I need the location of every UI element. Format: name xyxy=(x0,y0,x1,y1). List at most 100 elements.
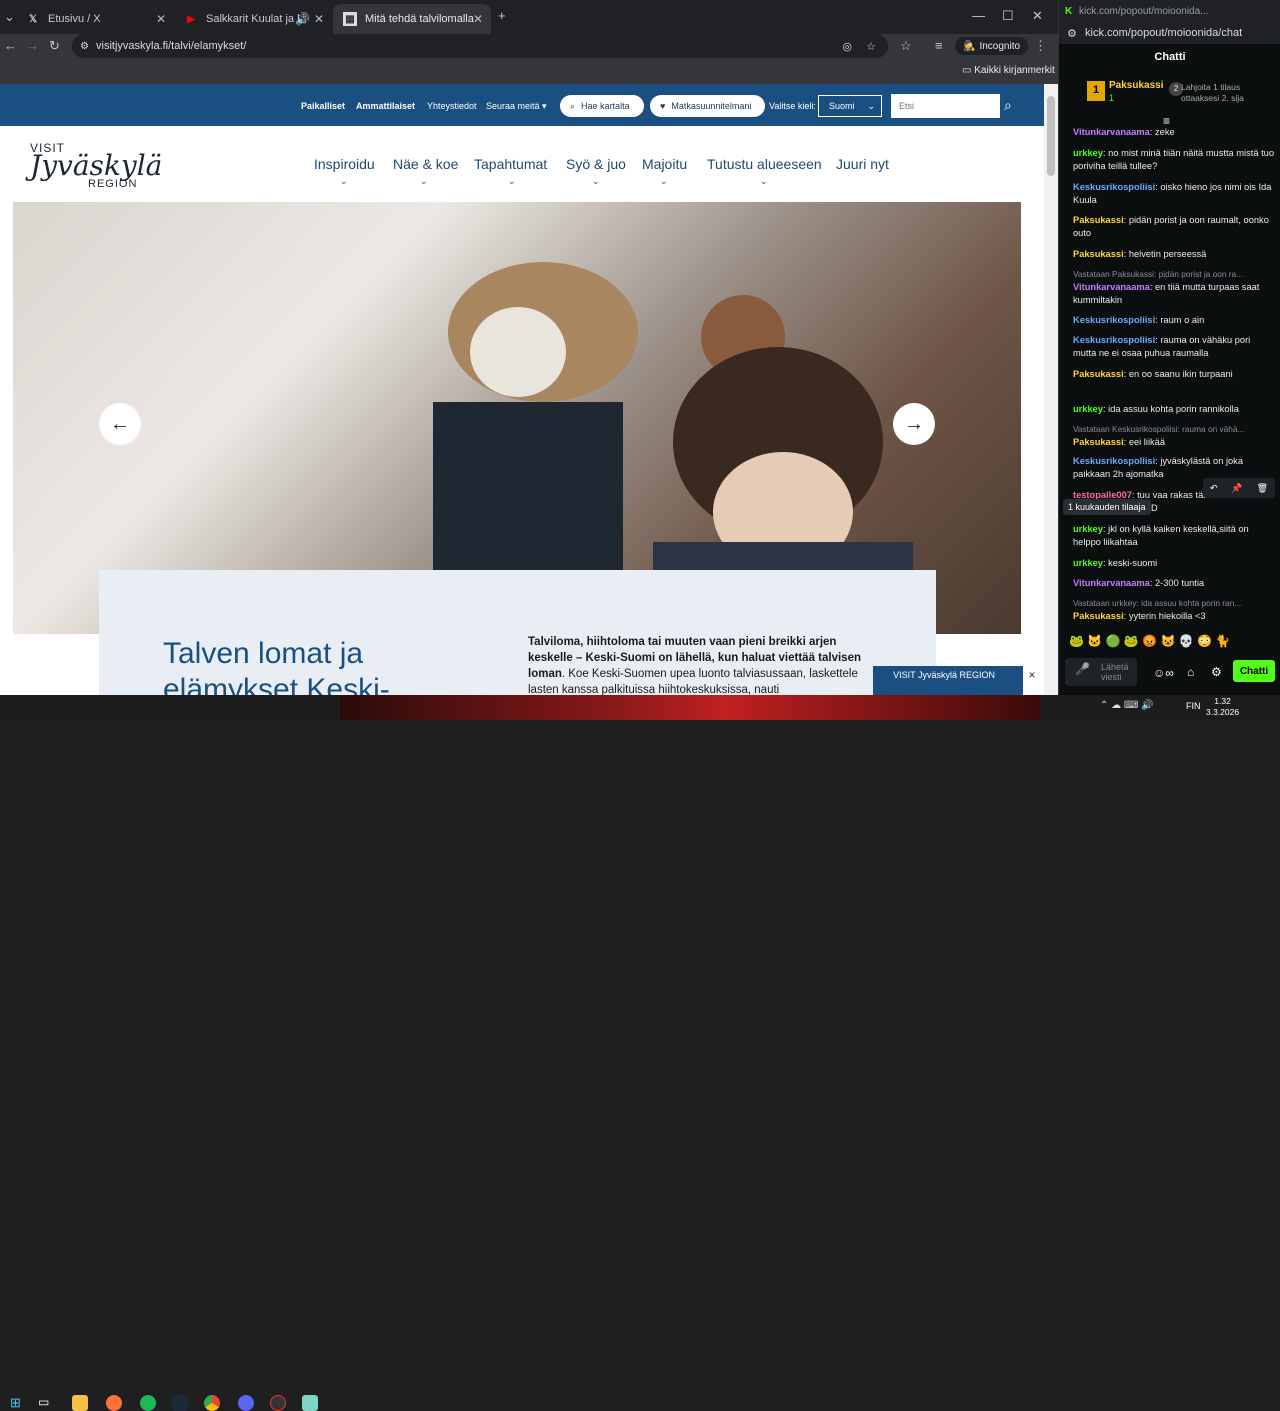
emoji-icon[interactable]: ☺∞ xyxy=(1153,666,1174,680)
windows-start-icon[interactable]: ⊞ xyxy=(10,1395,26,1411)
incognito-badge[interactable]: 🕵 Incognito xyxy=(955,37,1029,55)
chevron-down-icon[interactable]: ⌄ xyxy=(420,176,428,187)
close-icon[interactable]: ✕ xyxy=(314,12,324,26)
emote-kick-icon[interactable]: 🟢 xyxy=(1106,634,1121,648)
chat-username[interactable]: Vitunkarvanaama xyxy=(1073,578,1150,588)
chevron-down-icon[interactable]: ⌄ xyxy=(760,176,768,187)
page-scrollbar[interactable] xyxy=(1044,84,1058,695)
eye-off-icon[interactable]: ◎ xyxy=(842,40,852,53)
maximize-icon[interactable]: ☐ xyxy=(1002,8,1014,24)
nav-tapahtumat[interactable]: Tapahtumat xyxy=(474,156,547,172)
chat-message[interactable]: Keskusrikospoliisi: raum o ain xyxy=(1073,314,1275,327)
carousel-prev-button[interactable]: ← xyxy=(99,403,141,445)
menu-icon[interactable]: ⋮ xyxy=(1034,38,1047,54)
chat-message[interactable]: Vitunkarvanaama: zeke xyxy=(1073,126,1275,139)
map-search-button[interactable]: ⌕ Hae kartalta xyxy=(560,95,644,117)
reload-icon[interactable]: ↻ xyxy=(49,38,60,54)
minimize-icon[interactable]: — xyxy=(972,8,985,23)
chat-message[interactable]: urkkey: jkl on kyllä kaiken keskellä,sii… xyxy=(1073,523,1275,549)
extensions-icon[interactable]: ☆ xyxy=(900,38,912,54)
chat-username[interactable]: Vitunkarvanaama xyxy=(1073,282,1150,292)
file-explorer-icon[interactable] xyxy=(72,1395,88,1411)
nav-tutustu[interactable]: Tutustu alueeseen xyxy=(707,156,822,172)
send-chat-button[interactable]: Chatti xyxy=(1233,660,1275,682)
chat-username[interactable]: Keskusrikospoliisi xyxy=(1073,315,1155,325)
floating-logo-badge[interactable]: VISIT Jyväskylä REGION ✕ xyxy=(873,666,1039,695)
nav-syo-juo[interactable]: Syö & juo xyxy=(566,156,626,172)
chat-message[interactable]: Paksukassi: pidän porist ja oon raumalt,… xyxy=(1073,214,1275,240)
chat-username[interactable]: Paksukassi xyxy=(1073,611,1124,621)
chat-username[interactable]: Keskusrikospoliisi xyxy=(1073,456,1155,466)
chat-message[interactable]: urkkey: no mist minä tiiän näitä mustta … xyxy=(1073,147,1275,173)
chat-username[interactable]: Keskusrikospoliisi xyxy=(1073,335,1155,345)
shop-icon[interactable]: ⌂ xyxy=(1187,665,1194,679)
chat-username[interactable]: Paksukassi xyxy=(1073,437,1124,447)
trip-planner-button[interactable]: ♥ Matkasuunnitelmani xyxy=(650,95,765,117)
close-icon[interactable]: ✕ xyxy=(156,12,166,26)
chevron-down-icon[interactable]: ⌄ xyxy=(508,176,516,187)
chat-message[interactable]: urkkey: keski-suomi xyxy=(1073,557,1275,570)
scrollbar-thumb[interactable] xyxy=(1047,96,1055,176)
chat-username[interactable]: urkkey xyxy=(1073,558,1103,568)
site-info-icon[interactable]: ⚙ xyxy=(80,41,89,52)
chat-message[interactable]: Paksukassi: helvetin perseessä xyxy=(1073,248,1275,261)
chat-url-bar[interactable]: ⚙ kick.com/popout/moioonida/chat xyxy=(1059,22,1280,44)
chat-username[interactable]: Paksukassi xyxy=(1073,369,1124,379)
carousel-next-button[interactable]: → xyxy=(893,403,935,445)
speaker-icon[interactable]: 🔊 xyxy=(295,12,310,26)
chat-message[interactable]: urkkey: ida assuu kohta porin rannikolla xyxy=(1073,403,1275,416)
language-indicator[interactable]: FIN xyxy=(1186,701,1201,711)
firefox-icon[interactable] xyxy=(106,1395,122,1411)
tab-x[interactable]: 𝕏 Etusivu / X ✕ xyxy=(16,4,174,34)
delete-icon[interactable]: 🗑 xyxy=(1257,483,1268,494)
chat-message[interactable]: Vitunkarvanaama: 2-300 tuntia xyxy=(1073,577,1275,590)
language-select[interactable]: Suomi ⌄ xyxy=(818,95,882,117)
chat-username[interactable]: Paksukassi xyxy=(1073,215,1124,225)
emote-cat2-icon[interactable]: 😺 xyxy=(1160,634,1175,648)
new-tab-icon[interactable]: + xyxy=(498,8,506,23)
discord-icon[interactable] xyxy=(238,1395,254,1411)
back-icon[interactable]: ← xyxy=(4,38,17,53)
forward-icon[interactable]: → xyxy=(26,38,39,53)
tab-youtube[interactable]: ▶ Salkkarit Kuulat ja kiristäjä 🔊 ✕ xyxy=(174,4,332,34)
chat-message[interactable]: Vastataan Keskusrikospoliisi: rauma on v… xyxy=(1073,423,1275,449)
nav-juuri-nyt[interactable]: Juuri nyt xyxy=(836,156,889,172)
chat-message[interactable]: Vastataan Paksukassi: pidän porist ja oo… xyxy=(1073,268,1275,307)
emote-blush-icon[interactable]: 😳 xyxy=(1197,634,1212,648)
microphone-icon[interactable]: 🎤 xyxy=(1075,663,1090,675)
star-icon[interactable]: ☆ xyxy=(866,40,876,53)
reply-icon[interactable]: ↶ xyxy=(1210,483,1218,494)
close-icon[interactable]: ✕ xyxy=(1025,670,1039,684)
steam-icon[interactable] xyxy=(172,1395,188,1411)
chat-message[interactable]: Keskusrikospoliisi: rauma on vähäku pori… xyxy=(1073,334,1275,360)
chat-username[interactable]: Vitunkarvanaama xyxy=(1073,127,1150,137)
nav-contact[interactable]: Yhteystiedot xyxy=(427,101,477,111)
chevron-down-icon[interactable]: ⌄ xyxy=(592,176,600,187)
emote-cat3-icon[interactable]: 🐈 xyxy=(1215,634,1230,648)
chat-message[interactable]: Keskusrikospoliisi: oisko hieno jos nimi… xyxy=(1073,181,1275,207)
chat-username[interactable]: urkkey xyxy=(1073,524,1103,534)
nav-professionals[interactable]: Ammattilaiset xyxy=(356,101,415,111)
nav-inspiroidu[interactable]: Inspiroidu xyxy=(314,156,375,172)
chrome-icon[interactable] xyxy=(204,1395,220,1411)
settings-icon[interactable]: ⚙ xyxy=(1211,665,1222,679)
pin-icon[interactable]: 📌 xyxy=(1231,483,1242,494)
search-icon[interactable]: ⌕ xyxy=(1004,97,1012,114)
emote-frog-icon[interactable]: 🐸 xyxy=(1069,634,1084,648)
nav-follow[interactable]: Seuraa meitä ▾ xyxy=(486,101,547,112)
app-icon[interactable] xyxy=(302,1395,318,1411)
close-icon[interactable]: ✕ xyxy=(473,12,483,26)
nav-nae-koe[interactable]: Näe & koe xyxy=(393,156,458,172)
tray-icons[interactable]: ⌃ ☁ ⌨ 🔊 xyxy=(1100,700,1154,711)
all-bookmarks[interactable]: ▭ Kaikki kirjanmerkit xyxy=(962,65,1055,76)
tab-search-icon[interactable]: ⌄ xyxy=(4,9,15,25)
logo[interactable]: VISIT Jyväskylä REGION xyxy=(30,142,162,190)
emote-face-icon[interactable]: 😡 xyxy=(1142,634,1157,648)
nav-majoitu[interactable]: Majoitu xyxy=(642,156,687,172)
emote-pepe-icon[interactable]: 🐸 xyxy=(1124,634,1139,648)
chevron-down-icon[interactable]: ⌄ xyxy=(660,176,668,187)
obs-icon[interactable] xyxy=(270,1395,286,1411)
chat-username[interactable]: urkkey xyxy=(1073,404,1103,414)
search-input[interactable] xyxy=(891,94,1000,118)
window-close-icon[interactable]: ✕ xyxy=(1032,8,1043,24)
